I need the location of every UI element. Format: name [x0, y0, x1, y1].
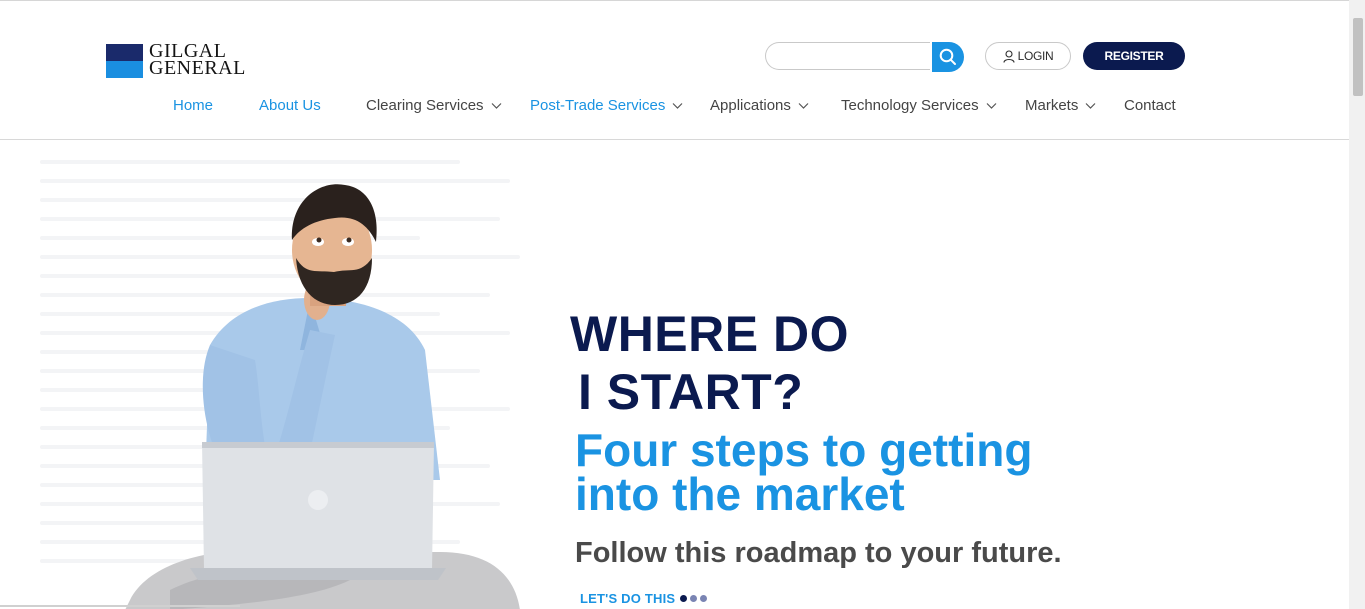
hero-headline-line-2: I START? — [578, 364, 804, 420]
chevron-down-icon — [986, 102, 997, 109]
nav-item-post-trade-services[interactable]: Post-Trade Services — [530, 97, 683, 114]
login-button[interactable]: LOGIN — [985, 42, 1071, 70]
nav-label: Markets — [1025, 97, 1079, 114]
chevron-down-icon — [1085, 102, 1096, 109]
register-label: REGISTER — [1104, 49, 1164, 63]
site-header: GILGAL GENERAL LOGIN REGISTER Home About… — [0, 1, 1349, 140]
nav-item-home[interactable]: Home — [173, 97, 213, 114]
nav-label: About Us — [259, 97, 321, 114]
user-icon — [1003, 49, 1015, 63]
vertical-scrollbar[interactable] — [1349, 0, 1365, 609]
search-button[interactable] — [932, 42, 964, 72]
scrollbar-thumb[interactable] — [1353, 18, 1363, 96]
nav-label: Technology Services — [841, 97, 979, 114]
lets-do-this-link[interactable]: LET'S DO THIS — [580, 591, 675, 606]
nav-label: Applications — [710, 97, 791, 114]
main-nav: Home About Us Clearing Services Post-Tra… — [0, 97, 1349, 119]
slide-dot-3[interactable] — [700, 595, 708, 602]
nav-item-clearing-services[interactable]: Clearing Services — [366, 97, 502, 114]
slide-indicator — [680, 595, 710, 602]
hero-subheadline-line-1: Four steps to getting — [575, 424, 1033, 476]
hero-image-man-with-laptop — [125, 184, 520, 609]
brand-logo[interactable]: GILGAL GENERAL — [106, 41, 246, 79]
login-label: LOGIN — [1017, 49, 1054, 63]
search-icon — [939, 48, 956, 65]
search-input[interactable] — [765, 42, 930, 70]
nav-item-markets[interactable]: Markets — [1025, 97, 1096, 114]
register-button[interactable]: REGISTER — [1083, 42, 1185, 70]
horizontal-scroll-hint — [0, 605, 240, 607]
hero-headline-line-1: WHERE DO — [570, 306, 849, 362]
nav-item-contact[interactable]: Contact — [1124, 97, 1176, 114]
hero-cta-row: LET'S DO THIS — [580, 591, 710, 606]
logo-mark — [106, 44, 143, 78]
slide-dot-2[interactable] — [690, 595, 698, 602]
hero-subheadline-line-2: into the market — [575, 468, 905, 520]
nav-item-about-us[interactable]: About Us — [259, 97, 321, 114]
search-box — [765, 42, 964, 72]
hero-banner: WHERE DO I START? Four steps to getting … — [0, 140, 1349, 609]
logo-line-2: GENERAL — [149, 57, 246, 79]
logo-wordmark: GILGAL GENERAL — [149, 41, 246, 79]
nav-label: Contact — [1124, 97, 1176, 114]
hero-tagline: Follow this roadmap to your future. — [575, 537, 1062, 569]
chevron-down-icon — [672, 102, 683, 109]
chevron-down-icon — [798, 102, 809, 109]
nav-label: Clearing Services — [366, 97, 484, 114]
nav-item-applications[interactable]: Applications — [710, 97, 809, 114]
chevron-down-icon — [491, 102, 501, 109]
slide-dot-1[interactable] — [680, 595, 688, 602]
nav-item-technology-services[interactable]: Technology Services — [841, 97, 997, 114]
nav-label: Post-Trade Services — [530, 97, 666, 114]
nav-label: Home — [173, 97, 214, 114]
